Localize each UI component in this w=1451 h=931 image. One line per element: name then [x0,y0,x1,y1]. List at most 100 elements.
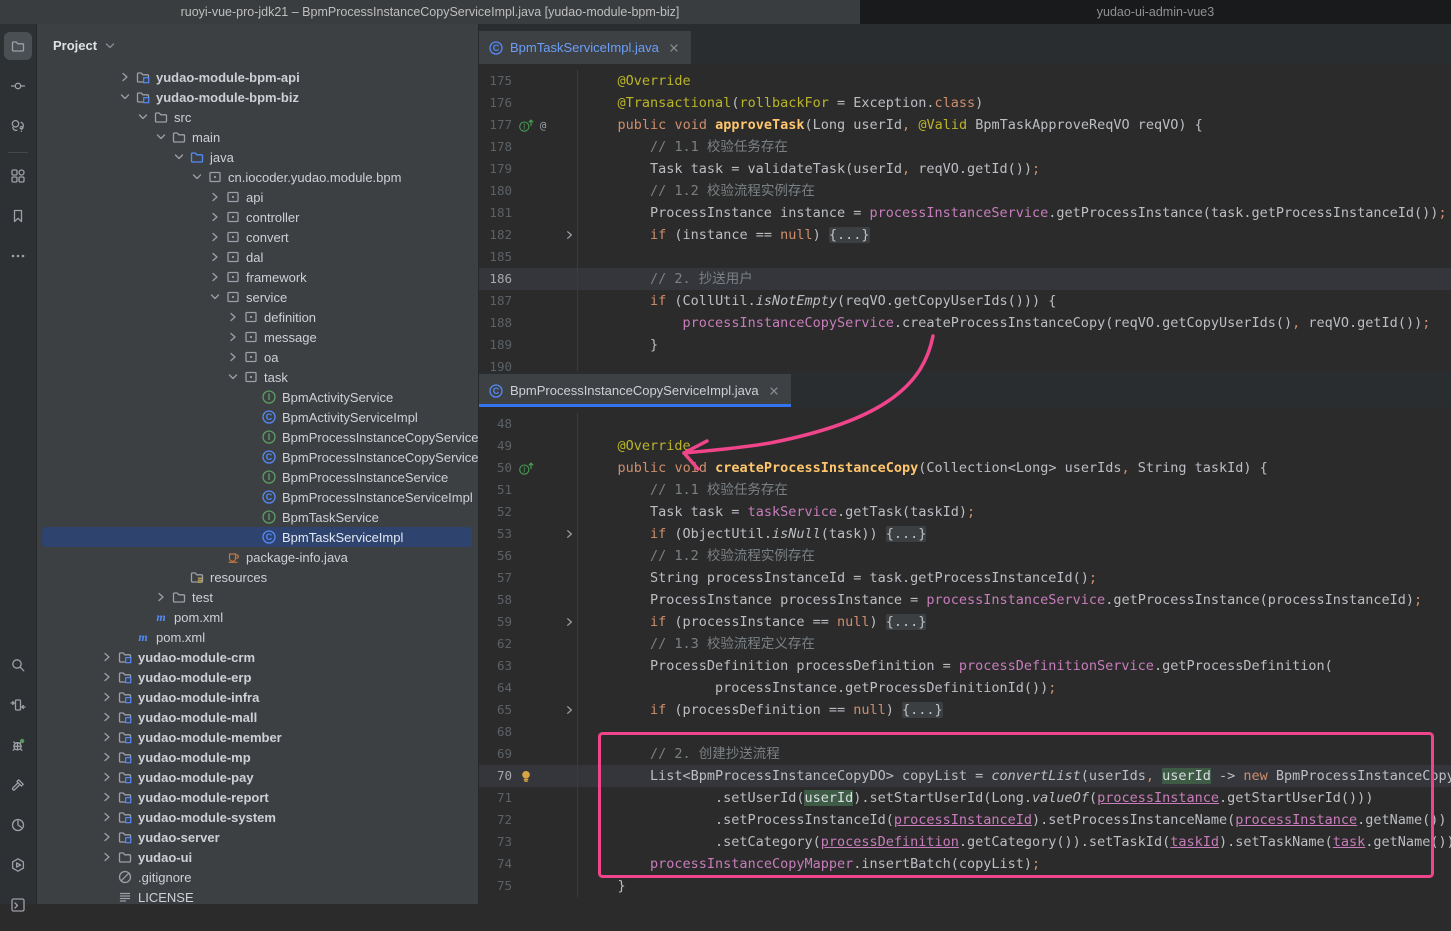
overridden-method-icon[interactable]: I [518,460,534,476]
chevron-down-icon[interactable] [224,369,242,385]
tree-item-yudao-ui[interactable]: yudao-ui [36,847,478,867]
tool-button-services[interactable] [4,851,32,879]
tree-item-yudao-module-report[interactable]: yudao-module-report [36,787,478,807]
tree-item-yudao-module-mp[interactable]: yudao-module-mp [36,747,478,767]
chevron-right-icon[interactable] [206,229,224,245]
overridden-method-icon[interactable]: I [518,117,534,133]
tree-item-pom-xml[interactable]: mpom.xml [36,607,478,627]
tree-item-yudao-module-member[interactable]: yudao-module-member [36,727,478,747]
tree-item-oa[interactable]: oa [36,347,478,367]
tree-item-yudao-server[interactable]: yudao-server [36,827,478,847]
tree-item-pom-xml[interactable]: mpom.xml [36,627,478,647]
tree-item-definition[interactable]: definition [36,307,478,327]
tree-item-cn-iocoder-yudao-module-bpm[interactable]: cn.iocoder.yudao.module.bpm [36,167,478,187]
tree-item-bpmtaskserviceimpl[interactable]: CBpmTaskServiceImpl [36,527,478,547]
code-editor-top[interactable]: 175 @Override176 @Transactional(rollback… [478,64,1451,371]
tree-item-license[interactable]: LICENSE [36,887,478,904]
chevron-right-icon[interactable] [98,729,116,745]
tree-item-yudao-module-crm[interactable]: yudao-module-crm [36,647,478,667]
tree-item-yudao-module-mall[interactable]: yudao-module-mall [36,707,478,727]
tree-item-bpmactivityservice[interactable]: IBpmActivityService [36,387,478,407]
tool-button-terminal[interactable] [4,891,32,919]
chevron-right-icon[interactable] [98,709,116,725]
chevron-right-icon[interactable] [98,689,116,705]
chevron-right-icon[interactable] [98,649,116,665]
chevron-right-icon[interactable] [224,309,242,325]
tree-item-api[interactable]: api [36,187,478,207]
fold-column [562,435,578,457]
tree-item-dal[interactable]: dal [36,247,478,267]
tree-item-yudao-module-bpm-biz[interactable]: yudao-module-bpm-biz [36,87,478,107]
chevron-right-icon[interactable] [98,669,116,685]
tool-button-search[interactable] [4,651,32,679]
tree-item-bpmprocessinstancecopyserviceimpl[interactable]: CBpmProcessInstanceCopyServiceImpl [36,447,478,467]
intention-bulb-icon[interactable] [518,768,534,784]
tree-item-task[interactable]: task [36,367,478,387]
tool-button-structure[interactable] [4,162,32,190]
tree-item-src[interactable]: src [36,107,478,127]
code-editor-bottom[interactable]: 4849 @Override50I public void createProc… [478,407,1451,904]
chevron-right-icon[interactable] [206,269,224,285]
fold-column [562,92,578,114]
chevron-down-icon[interactable] [206,289,224,305]
chevron-right-icon[interactable] [224,329,242,345]
tree-item-test[interactable]: test [36,587,478,607]
tree-item-yudao-module-system[interactable]: yudao-module-system [36,807,478,827]
chevron-right-icon[interactable] [98,829,116,845]
chevron-down-icon[interactable] [152,129,170,145]
tool-button-project[interactable] [4,32,32,60]
chevron-down-icon[interactable] [188,169,206,185]
fold-chevron-icon[interactable] [562,224,578,246]
tool-button-more[interactable] [4,242,32,270]
tree-item-yudao-module-infra[interactable]: yudao-module-infra [36,687,478,707]
tree-item-main[interactable]: main [36,127,478,147]
project-panel-header[interactable]: Project [36,24,478,67]
tree-item-resources[interactable]: resources [36,567,478,587]
chevron-right-icon[interactable] [206,249,224,265]
chevron-right-icon[interactable] [206,209,224,225]
tree-item-yudao-module-pay[interactable]: yudao-module-pay [36,767,478,787]
fold-chevron-icon[interactable] [562,699,578,721]
tree-item-controller[interactable]: controller [36,207,478,227]
chevron-right-icon[interactable] [152,589,170,605]
tree-item-yudao-module-bpm-api[interactable]: yudao-module-bpm-api [36,67,478,87]
tree-item-convert[interactable]: convert [36,227,478,247]
chevron-right-icon[interactable] [98,789,116,805]
tree-item-bpmactivityserviceimpl[interactable]: CBpmActivityServiceImpl [36,407,478,427]
tool-button-profiler[interactable] [4,811,32,839]
tool-button-build[interactable] [4,771,32,799]
tool-button-run[interactable] [4,691,32,719]
fold-chevron-icon[interactable] [562,611,578,633]
chevron-right-icon[interactable] [206,189,224,205]
tree-item-bpmprocessinstanceservice[interactable]: IBpmProcessInstanceService [36,467,478,487]
close-icon[interactable] [767,384,781,398]
tree-item-framework[interactable]: framework [36,267,478,287]
line-number: 58 [478,589,512,611]
close-icon[interactable] [667,41,681,55]
tree-item-bpmprocessinstanceserviceimpl[interactable]: CBpmProcessInstanceServiceImpl [36,487,478,507]
chevron-right-icon[interactable] [98,749,116,765]
tree-item-bpmtaskservice[interactable]: IBpmTaskService [36,507,478,527]
tool-button-debug[interactable] [4,731,32,759]
chevron-right-icon[interactable] [224,349,242,365]
tool-button-commit[interactable] [4,72,32,100]
tree-item-service[interactable]: service [36,287,478,307]
editor-tab-bpmprocessinstancecopyserviceimpl[interactable]: C BpmProcessInstanceCopyServiceImpl.java [478,374,791,407]
tree-item-message[interactable]: message [36,327,478,347]
tree-item-yudao-module-erp[interactable]: yudao-module-erp [36,667,478,687]
tool-button-pull-requests[interactable]: ? [4,112,32,140]
fold-chevron-icon[interactable] [562,523,578,545]
chevron-right-icon[interactable] [98,769,116,785]
chevron-down-icon[interactable] [170,149,188,165]
tree-item-package-info-java[interactable]: package-info.java [36,547,478,567]
chevron-right-icon[interactable] [116,69,134,85]
editor-tab-bpmtaskserviceimpl[interactable]: C BpmTaskServiceImpl.java [478,31,691,64]
chevron-right-icon[interactable] [98,809,116,825]
tree-item--gitignore[interactable]: .gitignore [36,867,478,887]
chevron-down-icon[interactable] [134,109,152,125]
chevron-right-icon[interactable] [98,849,116,865]
tree-item-bpmprocessinstancecopyservice[interactable]: IBpmProcessInstanceCopyService [36,427,478,447]
chevron-down-icon[interactable] [116,89,134,105]
tree-item-java[interactable]: java [36,147,478,167]
tool-button-bookmarks[interactable] [4,202,32,230]
